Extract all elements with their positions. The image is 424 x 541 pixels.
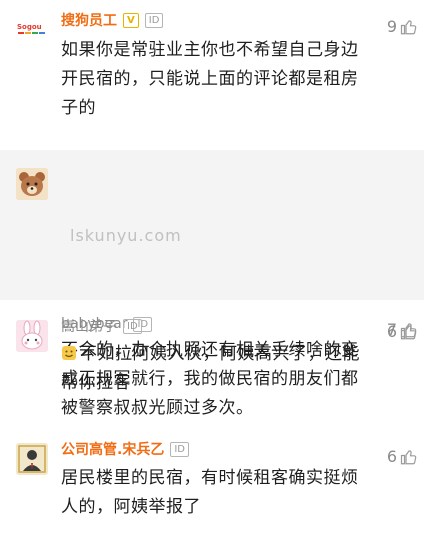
thumbs-up-icon (400, 19, 417, 34)
svg-text:Sogou: Sogou (17, 23, 42, 31)
username[interactable]: 搜狗员工 (61, 10, 117, 30)
sogou-logo: Sogou (16, 22, 48, 34)
comment-header: 搜狗员工 V ID (61, 10, 164, 30)
id-badge: ID (123, 318, 142, 334)
comment-item: 公司高管.宋兵乙 ID 居民楼里的民宿，有时候租客确实挺烦人的，阿姨举报了 6 (0, 427, 424, 541)
person-avatar (16, 443, 48, 475)
comment-header: 嵩山弟子 ID (61, 316, 142, 336)
avatar-sogou[interactable]: Sogou (16, 10, 48, 42)
comment-text: 如果你是常驻业主你也不希望自己身边开民宿的，只能说上面的评论都是租房子的 (61, 40, 359, 118)
thumbs-up-icon (400, 324, 417, 339)
comment-item: 嵩山弟子 ID 不如拉阿姨入伙，阿姨高兴了，还能帮你拉客 6 (0, 300, 424, 427)
like-button[interactable]: 6 (387, 447, 418, 466)
id-badge: ID (144, 12, 164, 28)
id-badge: ID (170, 441, 189, 457)
verified-badge: V (123, 12, 139, 28)
bear-avatar (16, 168, 48, 200)
avatar-bunny[interactable] (16, 320, 48, 352)
bunny-avatar (16, 320, 48, 352)
comment-item: Sogou 搜狗员工 V ID 如果你是常驻业主你也不希望自己身边开民宿的，只能… (0, 0, 424, 150)
thumbs-up-icon (400, 449, 417, 464)
like-count: 6 (386, 447, 397, 466)
comment-text-wrap: 不如拉阿姨入伙，阿姨高兴了，还能帮你拉客 (61, 340, 371, 398)
like-button[interactable]: 9 (387, 17, 418, 36)
avatar-bear[interactable] (16, 168, 48, 200)
like-count: 9 (386, 17, 397, 36)
username[interactable]: 嵩山弟子 (61, 316, 117, 336)
avatar-person[interactable] (16, 443, 48, 475)
comment-item: babybear ID 不会的，办个执照还有相关手续啥的变成正规军就行，我的做民… (0, 150, 424, 418)
smiley-icon (62, 346, 76, 360)
comment-header: 公司高管.宋兵乙 ID (61, 439, 189, 459)
username[interactable]: 公司高管.宋兵乙 (61, 439, 164, 459)
like-count: 6 (386, 322, 397, 341)
comment-text: 不如拉阿姨入伙，阿姨高兴了，还能帮你拉客 (61, 344, 360, 393)
watermark: lskunyu.com (70, 226, 182, 245)
comment-text: 居民楼里的民宿，有时候租客确实挺烦人的，阿姨举报了 (61, 468, 359, 517)
like-button[interactable]: 6 (387, 322, 418, 341)
